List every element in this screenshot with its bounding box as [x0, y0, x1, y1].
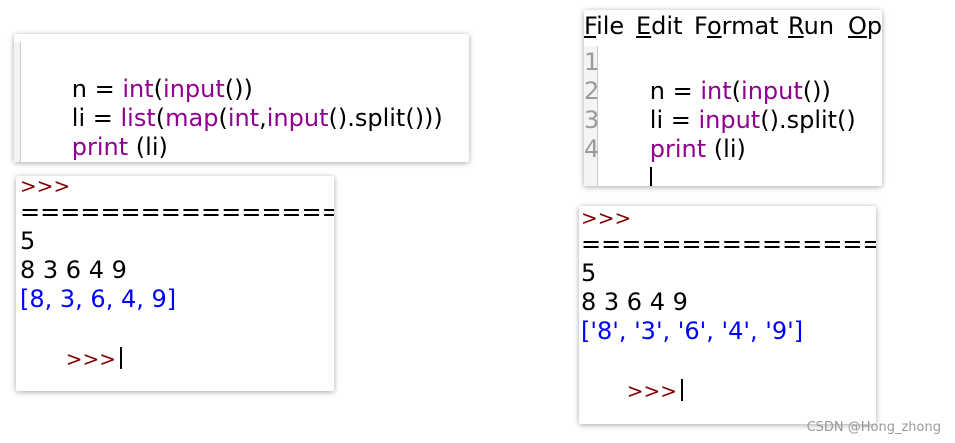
text-cursor — [681, 379, 684, 401]
shell-restart-line: ================ RE — [581, 230, 876, 258]
shell-prompt-last: >>> — [626, 379, 678, 403]
code-keyword-map: map — [165, 104, 219, 132]
code-keyword-print: print — [71, 133, 129, 161]
text-cursor — [120, 347, 123, 369]
line-number: 3 — [584, 106, 600, 134]
shell-output: [8, 3, 6, 4, 9] — [20, 285, 177, 313]
left-editor-gutter — [14, 42, 21, 162]
shell-output: ['8', '3', '6', '4', '9'] — [581, 317, 804, 345]
shell-prompt-last: >>> — [65, 347, 117, 371]
menu-options[interactable]: Op — [848, 12, 882, 40]
menu-format[interactable]: Format — [694, 12, 779, 40]
left-editor-partial: ' — [292, 34, 297, 45]
shell-input-line[interactable]: >>> — [20, 315, 123, 391]
line-number: 2 — [584, 77, 600, 105]
code-keyword-print: print — [649, 135, 707, 163]
code-keyword-int: int — [227, 104, 260, 132]
menu-file[interactable]: File — [584, 12, 624, 40]
left-editor-window: ' n = int(input()) li = list(map(int,inp… — [14, 34, 469, 162]
shell-input-n: 5 — [581, 259, 597, 287]
left-shell-window: >>> ================ RES 5 8 3 6 4 9 [8,… — [16, 176, 334, 391]
right-editor-line-4[interactable] — [600, 135, 652, 186]
screenshot-canvas: ' n = int(input()) li = list(map(int,inp… — [0, 0, 955, 443]
shell-input-values: 8 3 6 4 9 — [20, 256, 127, 284]
left-editor-line-3[interactable]: print (li) — [26, 104, 168, 162]
code-keyword-input: input — [266, 104, 329, 132]
line-number: 4 — [584, 135, 600, 163]
shell-input-line[interactable]: >>> — [581, 347, 684, 424]
menu-run[interactable]: Run — [788, 12, 834, 40]
line-number: 1 — [584, 48, 600, 76]
shell-prompt: >>> — [581, 206, 632, 230]
menu-edit[interactable]: Edit — [636, 12, 682, 40]
shell-input-n: 5 — [20, 227, 36, 255]
right-shell-window: >>> ================ RE 5 8 3 6 4 9 ['8'… — [579, 206, 876, 424]
text-cursor — [649, 167, 652, 186]
shell-restart-line: ================ RES — [20, 198, 334, 226]
watermark: CSDN @Hong_zhong — [806, 420, 941, 435]
shell-input-values: 8 3 6 4 9 — [581, 288, 688, 316]
right-editor-window: File Edit Format Run Op 1 2 3 4 n = int(… — [584, 10, 882, 186]
